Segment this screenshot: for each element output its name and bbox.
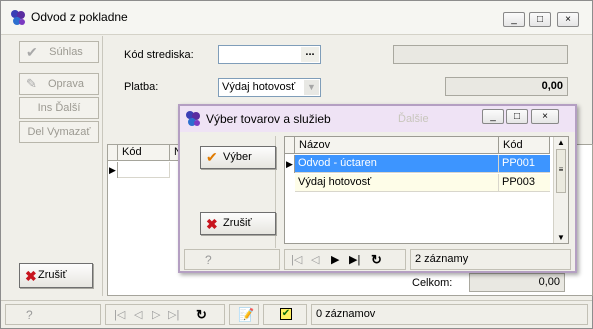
scroll-up-icon[interactable]: ▲ [557,138,565,147]
app-icon [11,10,25,25]
vyber-button[interactable]: ✔ Výber [200,146,276,169]
check-icon: ✔ [206,149,218,165]
dialog-row-header [285,137,295,154]
status-bar: ? |◁ ◁ ▷ ▷| ↻ 📝 ✔ 0 záznamov [1,300,592,328]
browse-button[interactable]: ... [301,47,319,62]
oprava-label: Oprava [47,78,85,90]
check-cell: ✔ [263,304,307,325]
dialog-minimize-button[interactable]: _ [482,109,504,124]
dialog-zrusit-label: Zrušiť [223,217,252,229]
column-kod[interactable]: Kód [118,145,170,161]
dialog-help-cell: ? [184,249,280,270]
next-record-icon[interactable]: ▷ [152,308,160,321]
scroll-thumb[interactable]: ≡ [556,149,566,193]
column-nazov[interactable]: Názov [295,137,499,154]
row-kod: PP001 [502,157,536,169]
close-button[interactable]: × [557,12,579,27]
first-record-icon[interactable]: |◁ [291,253,302,266]
row-kod: PP003 [502,176,536,188]
table-row[interactable]: Výdaj hotovosť PP003 [295,174,550,192]
scroll-down-icon[interactable]: ▼ [557,233,565,242]
first-record-icon[interactable]: |◁ [114,308,125,321]
title-bar: Odvod z pokladne _ □ × [1,1,592,35]
suhlas-button[interactable]: ✔ Súhlas [19,41,99,63]
zrusit-label: Zrušiť [38,269,67,281]
column-kod[interactable]: Kód [499,137,550,154]
celkom-label: Celkom: [412,277,453,289]
next-record-icon[interactable]: ▶ [331,253,339,266]
vertical-scrollbar[interactable]: ▲ ≡ ▼ [553,137,568,243]
refresh-icon[interactable]: ↻ [371,252,382,268]
prev-record-icon[interactable]: ◁ [311,253,319,266]
vyber-label: Výber [223,151,252,163]
dialog-nav-cell: |◁ ◁ ▶ ▶| ↻ [284,249,406,270]
minimize-button[interactable]: _ [503,12,525,27]
dialog-title-bar: Výber tovarov a služieb Ďalšie _ □ × [180,106,575,132]
amount-field: 0,00 [445,77,568,96]
table-row[interactable]: Odvod - úctaren PP001 [295,155,550,173]
maximize-button[interactable]: □ [529,12,551,27]
window-title: Odvod z pokladne [31,10,128,24]
notepad-icon[interactable]: 📝 [238,307,254,323]
record-count: 0 záznamov [316,308,376,320]
edit-icon: ✎ [26,76,37,91]
help-icon[interactable]: ? [26,308,33,322]
nav-cell: |◁ ◁ ▷ ▷| ↻ [105,304,225,325]
row-header [108,145,118,161]
checkbox-icon[interactable]: ✔ [280,308,292,320]
last-record-icon[interactable]: ▶| [349,253,360,266]
action-panel: ✔ Súhlas ✎ Oprava Ins Ďalší Del Vymazať [7,36,103,296]
suhlas-label: Súhlas [49,46,83,58]
refresh-icon[interactable]: ↻ [196,307,207,323]
oprava-button[interactable]: ✎ Oprava [19,73,99,95]
ins-dalsi-button[interactable]: Ins Ďalší [19,97,99,119]
help-icon[interactable]: ? [205,253,212,267]
records-cell: 0 záznamov [311,304,588,325]
dialog-maximize-button[interactable]: □ [506,109,528,124]
row-pointer-icon: ▶ [285,155,295,173]
platba-select[interactable]: Výdaj hotovosť ▼ [218,78,321,97]
dialog-app-icon [186,111,200,126]
dialog-zrusit-button[interactable]: ✖ Zrušiť [200,212,276,235]
dialog-title: Výber tovarov a služieb [206,112,331,126]
help-cell: ? [5,304,101,325]
platba-label: Platba: [124,81,159,93]
row-nazov: Odvod - úctaren [295,155,499,173]
row-nazov: Výdaj hotovosť [295,174,499,192]
cancel-icon: ✖ [206,216,218,232]
dialog-status-bar: ? |◁ ◁ ▶ ▶| ↻ 2 záznamy [184,249,571,271]
dialog-close-button[interactable]: × [531,109,559,124]
dialog-grid[interactable]: Názov Kód ▶ Odvod - úctaren PP001 Výdaj … [284,136,569,244]
platba-value: Výdaj hotovosť [222,81,296,93]
row-pointer-icon: ▶ [108,162,118,178]
kod-strediska-label: Kód strediska: [124,49,194,61]
dialog-button-panel: ✔ Výber ✖ Zrušiť [186,136,276,248]
vyber-dialog: Výber tovarov a služieb Ďalšie _ □ × ✔ V… [178,104,577,273]
cancel-icon: ✖ [25,268,37,284]
last-record-icon[interactable]: ▷| [168,308,179,321]
chevron-down-icon[interactable]: ▼ [304,80,319,95]
kod-strediska-input[interactable]: ... [218,45,321,64]
check-icon: ✔ [26,44,38,60]
prev-record-icon[interactable]: ◁ [134,308,142,321]
celkom-value: 0,00 [469,273,565,292]
stredisko-name-field [393,45,568,64]
ins-dalsi-label: Ins Ďalší [37,102,81,114]
dialog-records-cell: 2 záznamy [410,249,571,270]
del-vymazat-button[interactable]: Del Vymazať [19,121,99,143]
dialog-record-count: 2 záznamy [415,253,469,265]
grid-cell[interactable] [118,162,170,178]
hidden-dalsie-label: Ďalšie [398,113,429,125]
del-vymazat-label: Del Vymazať [27,126,91,138]
zrusit-button[interactable]: ✖ Zrušiť [19,263,93,288]
edit-cell: 📝 [229,304,259,325]
